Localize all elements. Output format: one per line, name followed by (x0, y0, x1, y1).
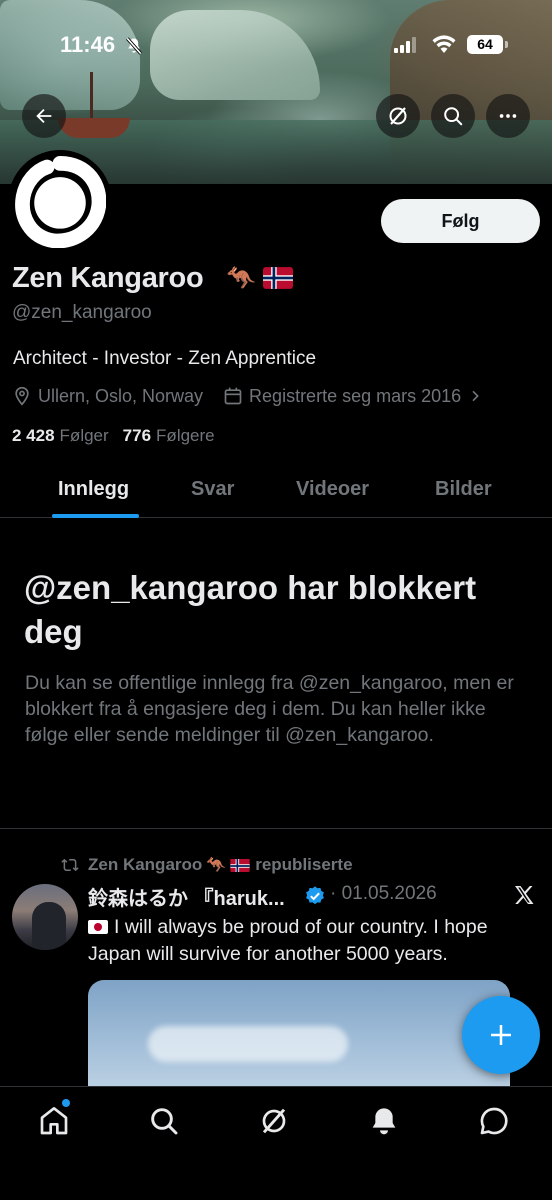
chevron-right-icon[interactable] (467, 388, 483, 404)
grok-icon (389, 107, 407, 125)
kangaroo-emoji: 🦘 (226, 265, 256, 292)
profile-joined[interactable]: Registrerte seg mars 2016 (249, 386, 461, 407)
active-tab-indicator (52, 514, 139, 518)
home-notification-dot (62, 1099, 70, 1107)
bottom-navigation (0, 1086, 552, 1200)
enso-icon (15, 156, 106, 248)
compose-button[interactable] (462, 996, 540, 1074)
repost-norway-flag-icon (230, 858, 250, 872)
profile-location: Ullern, Oslo, Norway (38, 385, 204, 406)
repost-label: republiserte (255, 855, 353, 874)
status-bar: 11:46 64 (0, 0, 552, 90)
post-media-image[interactable] (88, 980, 510, 1090)
battery-cap (505, 41, 508, 48)
more-icon (499, 114, 517, 118)
more-options-button[interactable] (486, 94, 530, 138)
post-author-name[interactable]: 鈴森はるか 『haruk... (88, 882, 285, 911)
post-body: I will always be proud of our country. I… (88, 916, 488, 965)
post-date[interactable]: · 01.05.2026 (330, 883, 437, 905)
media-cloud (148, 1026, 348, 1062)
x-logo-icon[interactable] (512, 883, 536, 907)
blocked-description: Du kan se offentlige innlegg fra @zen_ka… (25, 672, 514, 746)
profile-tabs: Innlegg Svar Videoer Bilder (0, 466, 552, 518)
tab-svar[interactable]: Svar (191, 478, 234, 501)
status-time: 11:46 (60, 32, 116, 57)
battery-indicator: 64 (467, 35, 503, 54)
messages-icon[interactable] (478, 1105, 510, 1137)
divider (0, 828, 552, 829)
grok-icon[interactable] (258, 1105, 290, 1137)
profile-handle: @zen_kangaroo (12, 302, 152, 323)
back-arrow-icon (36, 108, 52, 124)
enso-circle-logo (12, 154, 108, 250)
banner-ship (58, 118, 130, 138)
following-link[interactable]: 2 428 Følger (12, 426, 109, 446)
avatar-figure (32, 902, 66, 950)
profile-avatar[interactable] (8, 150, 112, 254)
norway-flag-icon (263, 267, 293, 289)
home-icon[interactable] (38, 1105, 70, 1137)
display-name: Zen Kangaroo (12, 262, 204, 294)
plus-icon (491, 1025, 511, 1045)
profile-bio: Architect - Investor - Zen Apprentice (13, 348, 317, 369)
follow-button[interactable]: Følg (381, 199, 540, 243)
search-icon[interactable] (148, 1105, 180, 1137)
calendar-icon (224, 387, 242, 405)
profile-meta: Ullern, Oslo, Norway Registrerte seg mar… (12, 384, 483, 408)
tab-bilder[interactable]: Bilder (435, 478, 492, 501)
tab-videoer[interactable]: Videoer (296, 478, 369, 501)
repost-author: Zen Kangaroo (88, 855, 203, 874)
back-button[interactable] (22, 94, 66, 138)
blocked-title: @zen_kangaroo har blokkert deg (24, 569, 477, 650)
location-pin-icon (15, 386, 29, 406)
japan-flag-icon (88, 920, 108, 934)
followers-link[interactable]: 776 Følgere (123, 426, 215, 446)
repost-icon (61, 858, 79, 872)
wifi-icon (432, 35, 456, 53)
search-button[interactable] (431, 94, 475, 138)
search-icon (444, 107, 463, 126)
silent-mode-icon (126, 37, 142, 55)
cellular-signal-icon (394, 37, 416, 53)
verified-badge-icon (306, 886, 324, 905)
repost-kangaroo-emoji: 🦘 (206, 857, 227, 874)
tab-innlegg[interactable]: Innlegg (58, 478, 129, 501)
follow-counts: 2 428 Følger 776 Følgere (12, 426, 215, 446)
post-text: I will always be proud of our country. I… (88, 914, 528, 968)
grok-button[interactable] (376, 94, 420, 138)
post-author-avatar[interactable] (12, 884, 78, 950)
bell-icon[interactable] (368, 1105, 400, 1137)
repost-indicator[interactable]: Zen Kangaroo 🦘 republiserte (60, 855, 353, 875)
